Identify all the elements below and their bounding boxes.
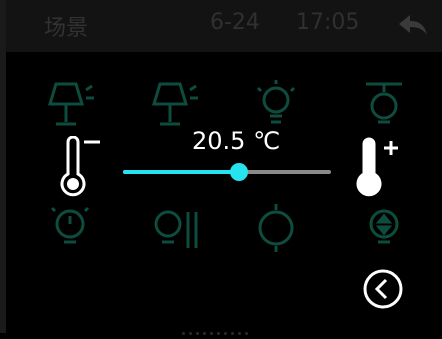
- ceiling-light-icon: [366, 82, 402, 124]
- device-screen: 场景 6-24 17:05 20.5 ℃: [0, 0, 442, 335]
- bulb-icon: [256, 80, 296, 124]
- temperature-slider[interactable]: [123, 163, 331, 181]
- table-lamp-icon: [151, 82, 198, 126]
- bulb-timer-icon: [50, 206, 90, 244]
- date-label: 6-24: [210, 10, 260, 35]
- temperature-value: 20.5 ℃: [192, 127, 281, 155]
- time-label: 17:05: [296, 10, 360, 35]
- page-indicator: [180, 320, 280, 335]
- thermometer-plus-icon[interactable]: [356, 136, 412, 200]
- page-title: 场景: [44, 16, 89, 41]
- slider-fill: [123, 170, 240, 174]
- slider-handle[interactable]: [230, 163, 249, 181]
- thermometer-minus-icon[interactable]: [56, 136, 108, 200]
- table-lamp-icon: [47, 82, 94, 126]
- bulb-updown-icon: [369, 209, 399, 244]
- spotlight-icon: [258, 204, 294, 252]
- bulb-adjust-icon: [154, 210, 198, 248]
- back-arrow-icon[interactable]: [396, 12, 430, 38]
- chevron-left-circle-icon[interactable]: [360, 266, 406, 312]
